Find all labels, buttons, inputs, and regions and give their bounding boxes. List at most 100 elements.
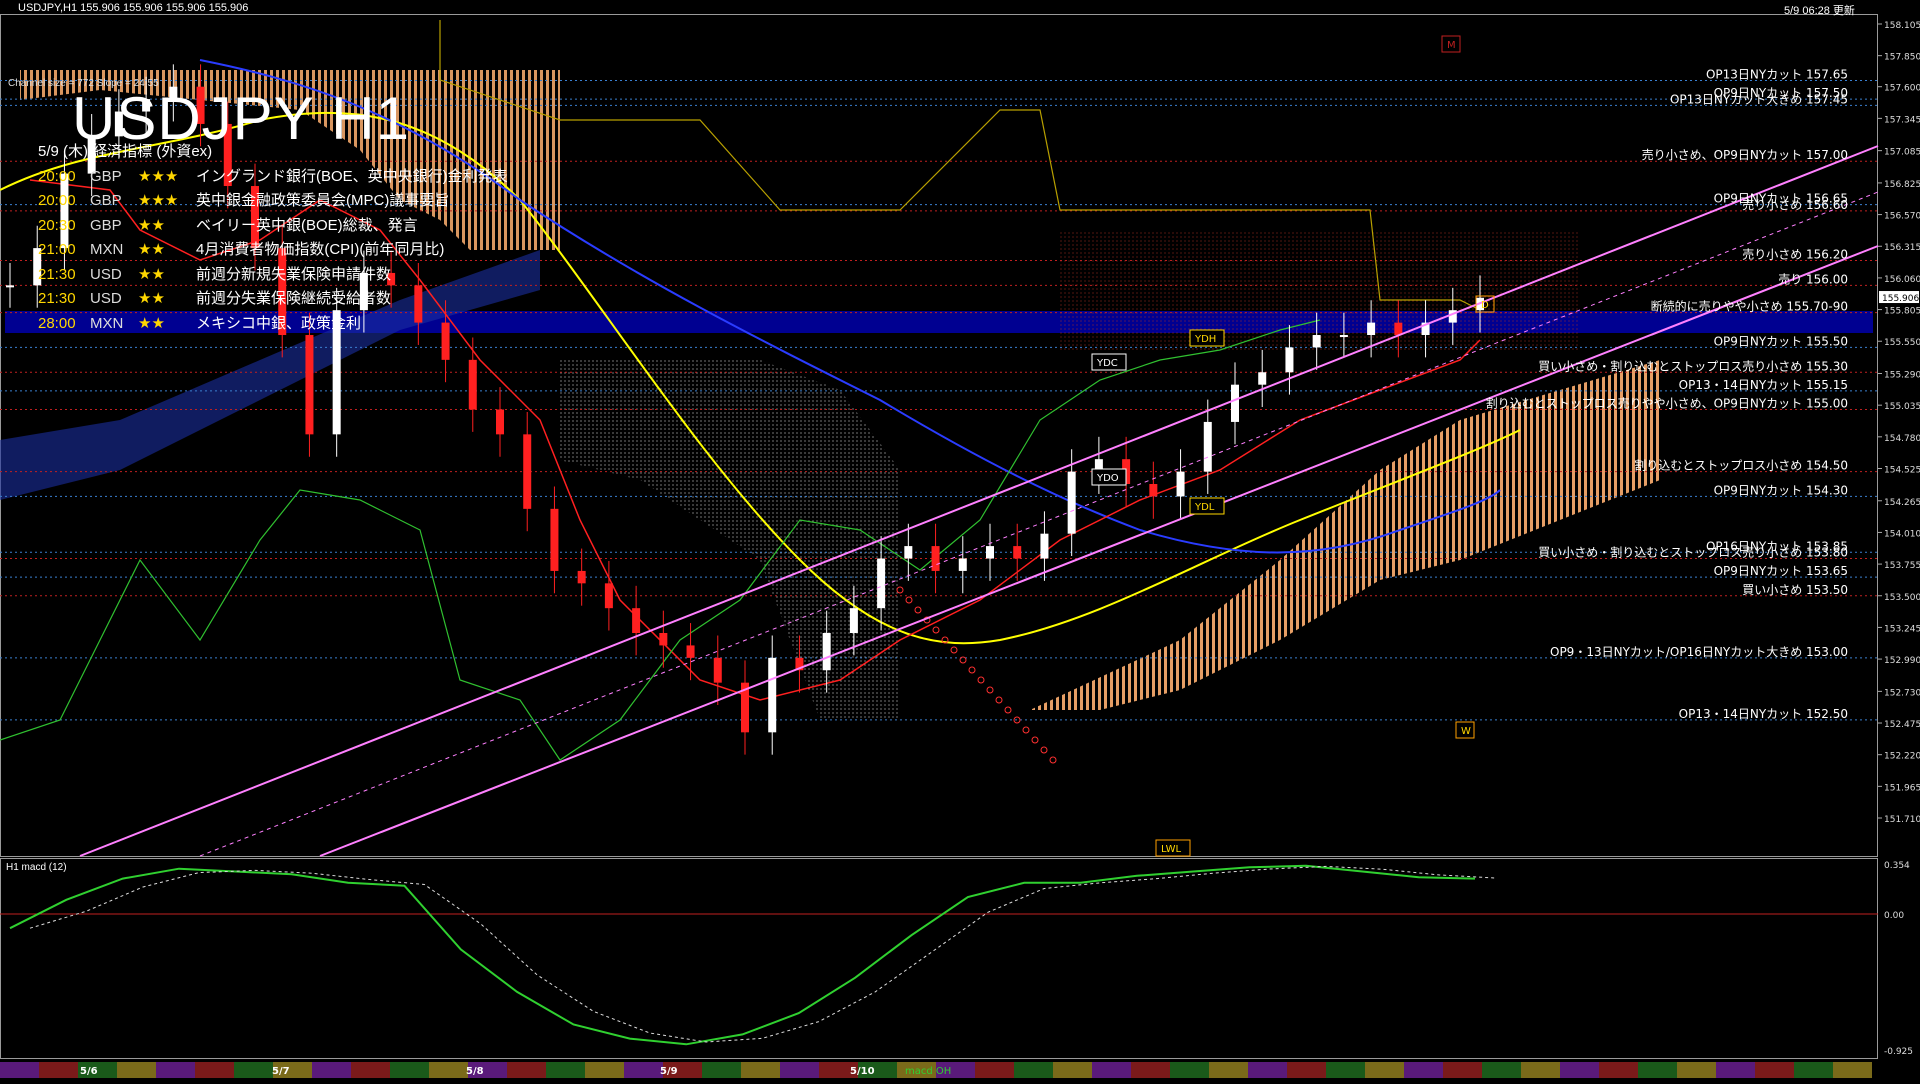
event-stars: ★★ [138, 314, 165, 332]
projection-dot [977, 676, 985, 684]
macd-scale-label: 0.354 [1884, 861, 1910, 871]
time-segment [585, 1062, 624, 1078]
price-tick-label: 154.265 [1884, 498, 1920, 508]
time-segment [429, 1062, 468, 1078]
projection-dot [959, 656, 967, 664]
price-tick-label: 154.780 [1884, 434, 1920, 444]
price-tick-label: 154.525 [1884, 465, 1920, 475]
projection-dot [995, 696, 1003, 704]
projection-dot [905, 596, 913, 604]
event-row: 21:30 USD ★★ 前週分失業保険継続受給者数 [38, 287, 508, 312]
candle-body [604, 583, 613, 609]
time-segment [1365, 1062, 1404, 1078]
time-segment [702, 1062, 741, 1078]
time-segment [1014, 1062, 1053, 1078]
projection-dot [1022, 726, 1030, 734]
event-currency: USD [90, 290, 122, 307]
event-time: 20:00 [38, 192, 76, 209]
order-level-label: OP9日NYカット 155.50 [1714, 334, 1848, 348]
event-stars: ★★★ [138, 167, 179, 185]
order-level-label: 買い小さめ・割り込むとストップロス売り小さめ 153.80 [1538, 545, 1848, 560]
event-row: 21:00 MXN ★★ 4月消費者物価指数(CPI)(前年同月比) [38, 238, 508, 263]
time-segment [1716, 1062, 1755, 1078]
candle-body [1258, 372, 1267, 385]
time-segment [1638, 1062, 1677, 1078]
chart-root: OP13日NYカット 157.65 OP9日NYカット 157.50 OP13日NY… [0, 0, 1920, 1080]
candle-body [1367, 322, 1376, 336]
time-segment [0, 1062, 39, 1078]
candle-body [468, 359, 477, 410]
event-name: 4月消費者物価指数(CPI)(前年同月比) [196, 241, 445, 258]
time-label: 5/9 [660, 1066, 678, 1077]
candle-body [1067, 471, 1076, 534]
event-name: 前週分新規失業保険申請件数 [196, 265, 392, 283]
time-segment [546, 1062, 585, 1078]
candle-body [1013, 546, 1022, 559]
event-time: 20:30 [38, 216, 76, 234]
time-segment [195, 1062, 234, 1078]
event-name: メキシコ中銀、政策金利 [196, 314, 362, 332]
candle-body [931, 546, 940, 571]
time-segment [156, 1062, 195, 1078]
marker-label: YDO [1096, 473, 1119, 484]
time-label: 5/6 [80, 1066, 98, 1077]
candle-body [686, 645, 695, 658]
order-level-label: OP9・13日NYカット/OP16日NYカット大きめ 153.00 [1550, 645, 1848, 659]
order-labels: OP13日NYカット 157.65OP9日NYカット 157.50OP13日NY… [1486, 67, 1848, 720]
event-name: イングランド銀行(BOE、英中央銀行)金利発表 [196, 167, 508, 185]
candle-body [904, 546, 913, 559]
event-time: 21:30 [38, 290, 76, 307]
event-currency: USD [90, 265, 122, 283]
event-time: 21:00 [38, 241, 76, 258]
macd-pane: 0.354 0.00 -0.925 [0, 861, 1913, 1057]
price-tick-label: 155.035 [1884, 402, 1920, 412]
event-row: 21:30 USD ★★ 前週分新規失業保険申請件数 [38, 263, 508, 288]
event-name: ベイリー英中銀(BOE)総裁、発言 [196, 216, 418, 234]
marker-label: M [1447, 40, 1456, 51]
order-level-label: 割り込むとストップロス小さめ 154.50 [1634, 458, 1848, 473]
update-time: 5/9 06:28 更新 [1784, 5, 1855, 17]
time-segment [1677, 1062, 1716, 1078]
projection-dot [950, 646, 958, 654]
time-segment [1755, 1062, 1794, 1078]
time-segment [1482, 1062, 1521, 1078]
event-time: 28:00 [38, 314, 76, 332]
projection-dot [1004, 706, 1012, 714]
projection-dot [986, 686, 994, 694]
time-axis: 5/6 5/7 5/8 5/9 5/10 macd OH [0, 1062, 1872, 1078]
time-segment [975, 1062, 1014, 1078]
event-row: 20:00 GBP ★★★ イングランド銀行(BOE、英中央銀行)金利発表 [38, 165, 508, 190]
time-segment [1521, 1062, 1560, 1078]
marker-label: YDH [1194, 334, 1216, 345]
candle-body [496, 409, 504, 435]
order-level-label: OP13日NYカット 157.65 [1706, 67, 1848, 81]
candle-body [1176, 471, 1185, 497]
time-label: 5/8 [466, 1066, 484, 1077]
event-row: 20:30 GBP ★★ ベイリー英中銀(BOE)総裁、発言 [38, 214, 508, 239]
order-level-label: OP9日NYカット 154.30 [1714, 483, 1848, 497]
price-tick-label: 151.965 [1884, 783, 1920, 793]
price-tick-label: 157.600 [1884, 84, 1920, 94]
event-stars: ★★ [138, 290, 165, 307]
price-tick-label: 152.730 [1884, 688, 1920, 698]
candle-body [6, 285, 14, 288]
time-segment [312, 1062, 351, 1078]
candle-body [713, 657, 722, 683]
time-segment [234, 1062, 273, 1078]
time-segment [507, 1062, 546, 1078]
time-segment [39, 1062, 78, 1078]
events-list: 20:00 GBP ★★★ イングランド銀行(BOE、英中央銀行)金利発表 20:00 G… [38, 165, 508, 337]
time-segment [1248, 1062, 1287, 1078]
candle-body [1394, 322, 1403, 336]
time-segment [1131, 1062, 1170, 1078]
event-currency: MXN [90, 314, 124, 332]
candle-body [958, 558, 967, 571]
time-segment [1794, 1062, 1833, 1078]
time-segment [390, 1062, 429, 1078]
price-tick-label: 157.345 [1884, 115, 1920, 125]
current-price-label: 155.906 [1882, 294, 1919, 304]
resistance-zone [1060, 230, 1580, 350]
time-segment [1092, 1062, 1131, 1078]
projection-dot [968, 666, 976, 674]
event-row: 28:00 MXN ★★ メキシコ中銀、政策金利 [38, 312, 508, 337]
